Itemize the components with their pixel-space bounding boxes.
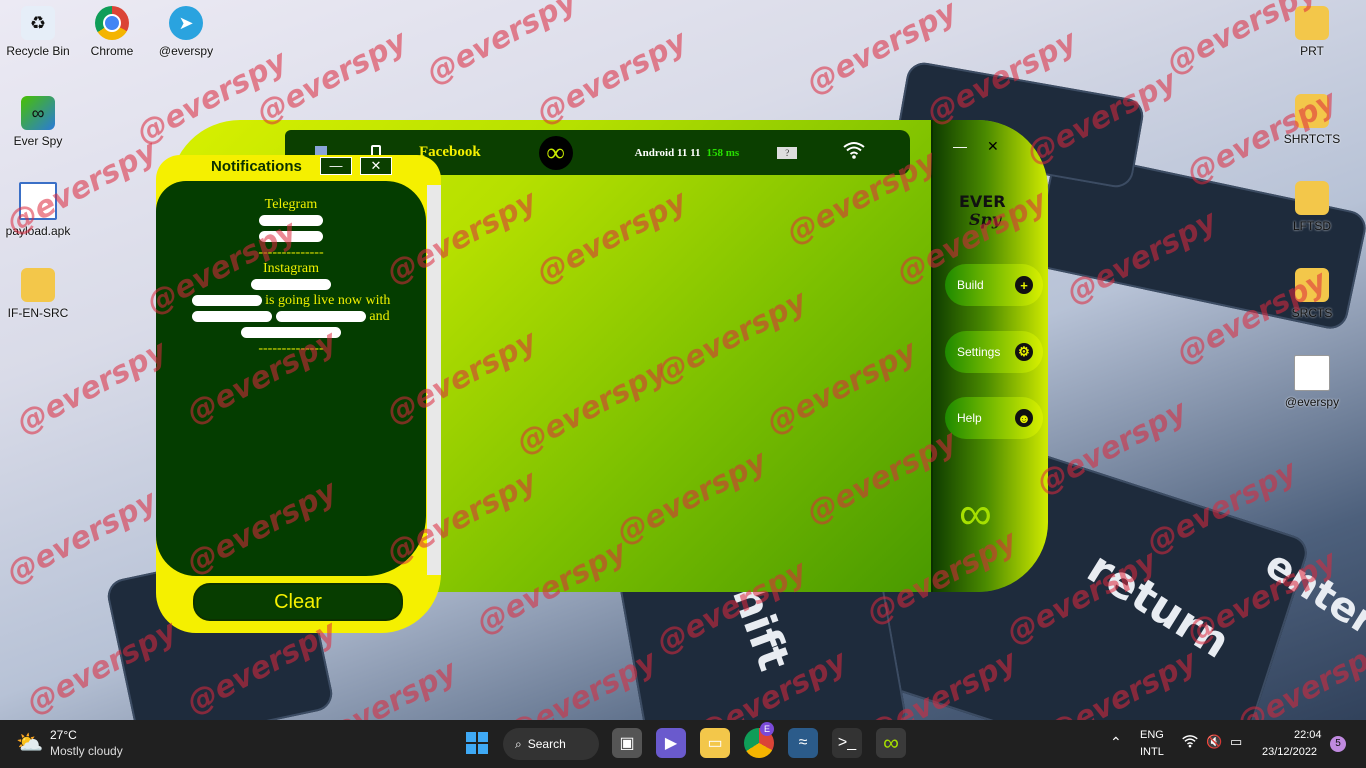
redacted-text — [156, 213, 426, 229]
folder-icon — [1295, 94, 1329, 128]
desktop-icon-chrome[interactable]: Chrome — [74, 6, 150, 58]
redacted-text — [156, 325, 426, 341]
file-explorer-icon[interactable]: ▭ — [700, 728, 730, 758]
notification-separator: -------------- — [258, 341, 324, 356]
desktop-icon-srcts[interactable]: SRCTS — [1274, 268, 1350, 320]
settings-button[interactable]: Settings ⚙ — [945, 331, 1043, 373]
notifications-list: Telegram -------------- Instagram is goi… — [156, 181, 426, 576]
recycle-bin-icon: ♻ — [21, 6, 55, 40]
notification-text: and — [369, 309, 390, 324]
desktop-icon-label: IF-EN-SRC — [7, 306, 69, 320]
everspy-taskbar-icon[interactable]: ∞ — [876, 728, 906, 758]
desktop-icon-shrtcts[interactable]: SHRTCTS — [1274, 94, 1350, 146]
notifications-title: Notifications — [211, 158, 302, 175]
build-label: Build — [957, 278, 984, 292]
wifi-status-icon[interactable] — [1182, 734, 1198, 751]
clear-button[interactable]: Clear — [193, 583, 403, 621]
task-view-icon[interactable]: ▣ — [612, 728, 642, 758]
logo-text: EVER — [959, 192, 1006, 211]
terminal-icon[interactable]: >_ — [832, 728, 862, 758]
desktop-icon-label: @everspy — [158, 44, 214, 58]
desktop-icon-prt[interactable]: PRT — [1274, 6, 1350, 58]
chrome-taskbar-icon[interactable]: E — [744, 722, 774, 758]
start-button[interactable] — [462, 728, 492, 758]
device-info: Android 11 11 — [634, 146, 701, 159]
desktop-icon-label: @everspy — [1284, 395, 1340, 409]
chrome-profile-badge: E — [760, 722, 774, 736]
clock-date[interactable]: 23/12/2022 — [1262, 746, 1317, 758]
chevron-up-icon[interactable]: ⌃ — [1110, 734, 1122, 751]
teams-icon[interactable]: ▶ — [656, 728, 686, 758]
document-icon — [1294, 355, 1330, 391]
notifications-scrollbar[interactable] — [427, 185, 441, 575]
battery-charging-icon[interactable]: ▭ — [1230, 734, 1242, 750]
plus-icon: + — [1015, 276, 1033, 294]
resource-monitor-icon[interactable]: ≈ — [788, 728, 818, 758]
desktop-icon-if-en-src[interactable]: IF-EN-SRC — [0, 268, 76, 320]
language-secondary[interactable]: INTL — [1140, 746, 1164, 758]
notification-text: is going live now with — [265, 293, 391, 308]
everspy-icon: ∞ — [21, 96, 55, 130]
search-icon: ⌕ — [515, 736, 522, 751]
redacted-text — [156, 277, 426, 293]
desktop-icon-telegram[interactable]: ➤ @everspy — [148, 6, 224, 58]
minimize-button[interactable]: — — [953, 138, 967, 154]
help-nav-button[interactable]: Help ☻ — [945, 397, 1043, 439]
search-label: Search — [527, 737, 566, 751]
weather-temp[interactable]: 27°C — [50, 728, 77, 742]
notifications-panel: Notifications — ✕ Telegram -------------… — [156, 155, 441, 633]
notification-message-line: is going live now with — [156, 293, 426, 309]
desktop-icon-label: Chrome — [90, 44, 134, 58]
weather-cloud-icon[interactable]: ⛅ — [16, 730, 43, 756]
folder-icon — [1295, 181, 1329, 215]
notifications-close-button[interactable]: ✕ — [360, 157, 392, 175]
windows-icon — [466, 732, 488, 754]
logo-text-sub: Spy — [969, 210, 1002, 229]
file-icon — [19, 182, 57, 220]
folder-icon — [1295, 268, 1329, 302]
infinity-logo-icon: ∞ — [959, 487, 992, 539]
notification-message-line: and — [156, 309, 426, 325]
folder-icon — [21, 268, 55, 302]
notification-count-badge[interactable]: 5 — [1330, 736, 1346, 752]
ping-value: 158 ms — [706, 146, 740, 159]
notification-app-name: Telegram — [264, 197, 318, 212]
taskbar: ⛅ 27°C Mostly cloudy ⌕ Search ▣ ▶ ▭ E ≈ … — [0, 720, 1366, 768]
desktop-icon-label: payload.apk — [5, 224, 71, 238]
desktop-icon-recycle-bin[interactable]: ♻ Recycle Bin — [0, 6, 76, 58]
desktop-icon-label: LFTSD — [1292, 219, 1331, 233]
gear-icon: ⚙ — [1015, 343, 1033, 361]
folder-icon — [1295, 6, 1329, 40]
settings-label: Settings — [957, 345, 1001, 359]
notifications-minimize-button[interactable]: — — [320, 157, 352, 175]
volume-mute-icon[interactable]: 🔇 — [1206, 734, 1222, 750]
desktop-icon-payload[interactable]: payload.apk — [0, 182, 76, 238]
help-label: Help — [957, 411, 982, 425]
telegram-icon: ➤ — [169, 6, 203, 40]
build-button[interactable]: Build + — [945, 264, 1043, 306]
wifi-icon — [843, 141, 865, 164]
desktop-icon-lftsd[interactable]: LFTSD — [1274, 181, 1350, 233]
help-face-icon: ☻ — [1015, 409, 1033, 427]
clock-time[interactable]: 22:04 — [1294, 729, 1322, 741]
redacted-text — [156, 229, 426, 245]
desktop-icon-everspy-doc[interactable]: @everspy — [1274, 355, 1350, 409]
language-primary[interactable]: ENG — [1140, 729, 1164, 741]
help-button[interactable]: ? — [777, 146, 798, 159]
weather-desc[interactable]: Mostly cloudy — [50, 744, 123, 758]
notification-separator: -------------- — [258, 245, 324, 260]
desktop-icon-label: Recycle Bin — [6, 44, 70, 58]
infinity-logo-icon: ∞ — [538, 135, 573, 170]
close-button[interactable]: ✕ — [987, 138, 999, 155]
app-sidebar: — ✕ EVER Spy Build + Settings ⚙ Help ☻ ∞ — [931, 120, 1048, 592]
taskbar-search[interactable]: ⌕ Search — [503, 728, 599, 760]
chrome-icon — [95, 6, 129, 40]
desktop-icon-label: SHRTCTS — [1283, 132, 1341, 146]
desktop-icon-everspy[interactable]: ∞ Ever Spy — [0, 96, 76, 148]
desktop-icon-label: PRT — [1300, 44, 1324, 58]
notification-app-name: Instagram — [263, 261, 319, 276]
desktop-icon-label: SRCTS — [1291, 306, 1333, 320]
desktop-icon-label: Ever Spy — [13, 134, 63, 148]
